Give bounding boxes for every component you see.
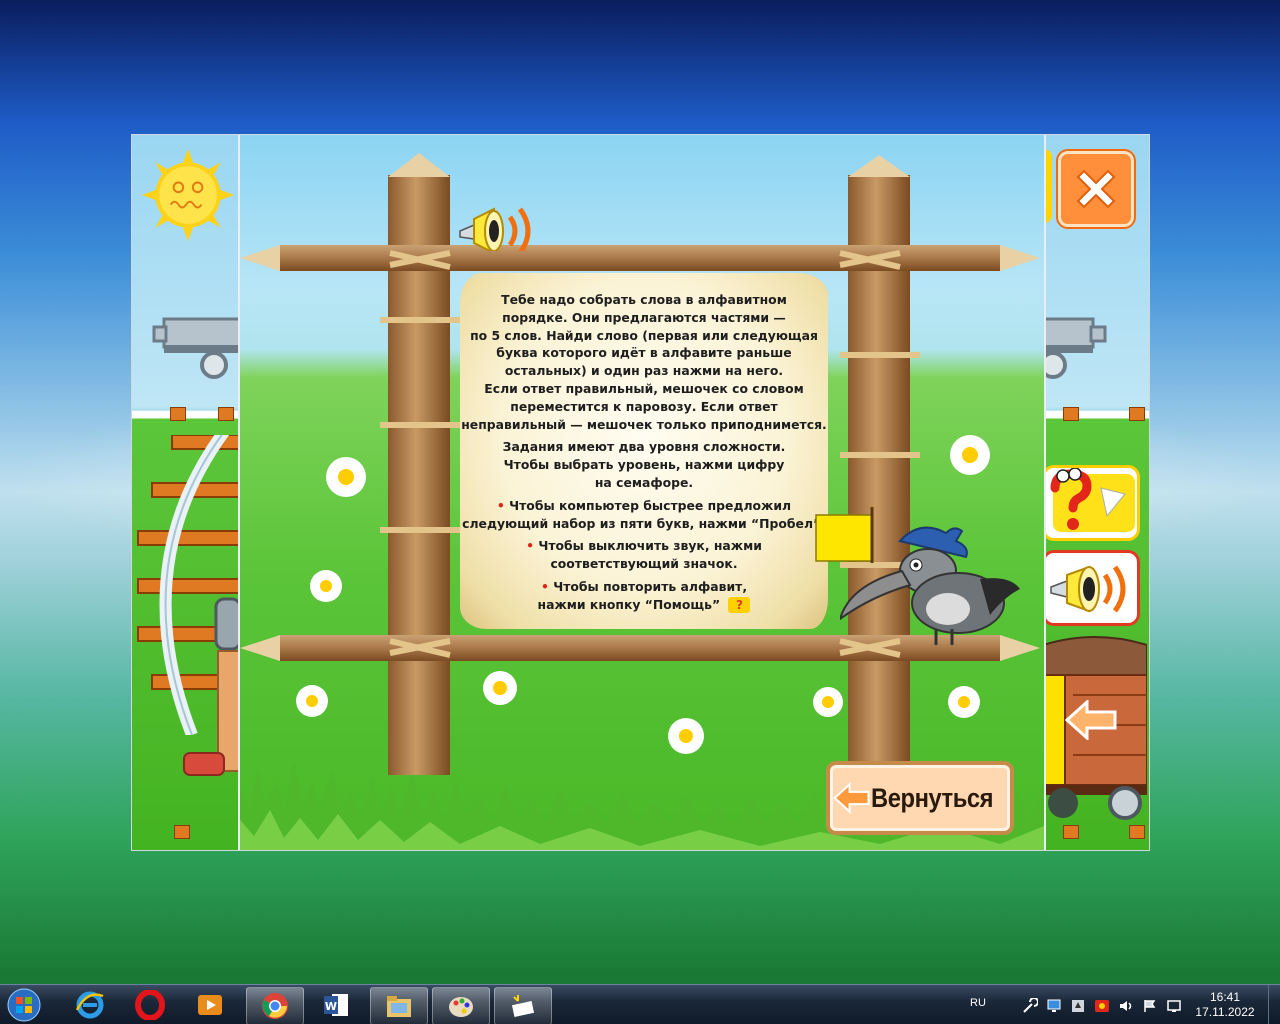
clock-time: 16:41 <box>1209 990 1241 1004</box>
instruction-line: неправильный — мешочек только приподниме… <box>461 416 827 432</box>
paint-palette-icon <box>449 997 473 1017</box>
cart-icon <box>152 317 242 379</box>
action-center-icon[interactable] <box>1070 998 1086 1014</box>
taskbar-ie[interactable] <box>62 987 118 1023</box>
taskbar-opera[interactable] <box>122 987 178 1023</box>
instruction-line: Задания имеют два уровня сложности. <box>502 439 786 455</box>
taskbar-word[interactable]: W <box>308 987 364 1023</box>
rail-post <box>1063 407 1079 421</box>
game-app-icon <box>511 995 535 1017</box>
sun-icon <box>141 148 235 242</box>
instruction-line: Если ответ правильный, мешочек со словом <box>484 380 804 396</box>
rail-post <box>1129 825 1145 839</box>
instruction-line: порядке. Они предлагаются частями — <box>502 309 786 325</box>
arrow-left-icon[interactable] <box>1065 700 1117 740</box>
network-icon[interactable] <box>1046 998 1062 1014</box>
windows-logo-icon <box>7 988 41 1022</box>
instruction-line: соответствующий значок. <box>550 556 738 572</box>
folder-icon <box>387 996 411 1017</box>
instruction-line: по 5 слов. Найди слово (первая или следу… <box>470 327 818 343</box>
return-button[interactable]: Вернуться <box>826 761 1014 835</box>
rail-post <box>170 407 186 421</box>
question-mark-icon <box>1050 467 1135 532</box>
rail-post <box>218 407 234 421</box>
show-desktop-button[interactable] <box>1268 985 1280 1024</box>
taskbar: W RU 16:41 17.11.2022 <box>0 984 1280 1024</box>
display-icon[interactable] <box>1166 998 1182 1014</box>
word-icon: W <box>324 994 348 1016</box>
opera-icon <box>135 990 165 1020</box>
close-icon <box>1076 169 1116 209</box>
help-button[interactable] <box>1042 465 1140 541</box>
instructions-scroll: Тебе надо собрать слова в алфавитном пор… <box>460 273 828 629</box>
rail-post <box>1129 407 1145 421</box>
taskbar-chrome[interactable] <box>246 987 304 1024</box>
taskbar-media-player[interactable] <box>182 987 238 1023</box>
network-tool-icon[interactable] <box>1022 998 1038 1014</box>
crow-conductor-icon <box>840 526 1020 645</box>
rail-post <box>1063 825 1079 839</box>
instruction-line: нажми кнопку “Помощь” <box>537 596 721 612</box>
instruction-line: остальных) и один раз нажми на него. <box>504 363 784 379</box>
instruction-line: следующий набор из пяти букв, нажми “Про… <box>462 515 826 531</box>
clock-date: 17.11.2022 <box>1195 1005 1255 1019</box>
bullet-dot: • <box>540 578 549 594</box>
instruction-line: Чтобы выбрать уровень, нажми цифру <box>503 457 785 473</box>
cart-icon <box>1043 317 1107 379</box>
close-button[interactable] <box>1058 151 1134 227</box>
game-window: Тебе надо собрать слова в алфавитном пор… <box>131 134 1150 851</box>
chrome-icon <box>262 993 288 1019</box>
locomotive-part <box>183 597 240 776</box>
instruction-line: переместится к паровозу. Если ответ <box>510 398 778 414</box>
instruction-line: Тебе надо собрать слова в алфавитном <box>501 292 787 307</box>
instruction-line: Чтобы компьютер быстрее предложил <box>509 497 792 513</box>
bullet-dot: • <box>496 497 505 513</box>
speaker-horn-icon <box>1050 565 1126 613</box>
instructions-panel: Тебе надо собрать слова в алфавитном пор… <box>238 135 1046 850</box>
help-icon: ? <box>728 597 751 614</box>
start-button[interactable] <box>4 986 44 1024</box>
volume-icon[interactable] <box>1118 998 1134 1014</box>
return-button-label: Вернуться <box>871 782 994 813</box>
svg-text:W: W <box>325 1000 337 1013</box>
taskbar-paint[interactable] <box>432 987 490 1024</box>
internet-explorer-icon <box>75 991 104 1019</box>
left-scene <box>132 135 242 850</box>
instructions-text: Тебе надо собрать слова в алфавитном пор… <box>460 291 828 619</box>
media-player-icon <box>198 995 222 1015</box>
sound-toggle-button[interactable] <box>1042 550 1140 626</box>
arrow-left-icon <box>833 782 870 814</box>
language-indicator[interactable]: RU <box>970 997 986 1009</box>
instruction-line: Чтобы выключить звук, нажми <box>538 538 762 554</box>
instruction-line: Чтобы повторить алфавит, <box>553 578 748 594</box>
speaker-horn-icon[interactable] <box>458 191 538 251</box>
taskbar-file-manager[interactable] <box>370 987 428 1024</box>
rail-post <box>174 825 190 839</box>
instruction-line: на семафоре. <box>594 474 694 490</box>
flag-tray-icon[interactable] <box>1142 998 1158 1014</box>
instruction-line: буква которого идёт в алфавите раньше <box>496 345 792 361</box>
taskbar-alphabet-game[interactable] <box>494 987 552 1024</box>
bullet-dot: • <box>526 538 534 554</box>
clock[interactable]: 16:41 17.11.2022 <box>1190 990 1260 1020</box>
antivirus-icon[interactable] <box>1094 998 1110 1014</box>
